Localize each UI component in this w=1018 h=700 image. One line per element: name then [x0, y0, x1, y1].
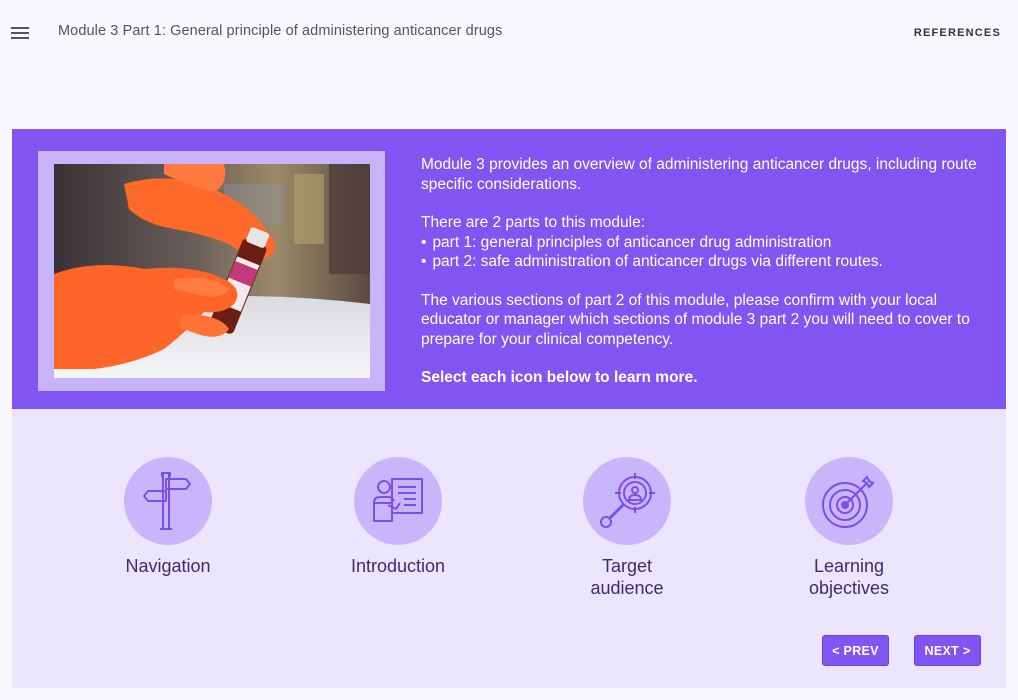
next-button[interactable]: NEXT >: [914, 635, 981, 666]
introduction-label: Introduction: [308, 555, 488, 577]
sections-paragraph: The various sections of part 2 of this m…: [421, 291, 970, 348]
card-label-line: Navigation: [125, 556, 211, 576]
signpost-icon: [143, 472, 191, 530]
target-audience-icon-circle[interactable]: [583, 457, 671, 545]
references-link[interactable]: REFERENCES: [914, 27, 1001, 39]
target-audience-card[interactable]: Target audience: [537, 457, 717, 599]
card-label-line: audience: [590, 578, 664, 598]
introduction-icon-circle[interactable]: [354, 457, 442, 545]
list-item: part 1: general principles of anticancer…: [421, 233, 981, 253]
navigation-label: Navigation: [78, 555, 258, 577]
target-audience-label: Target audience: [537, 555, 717, 599]
learning-objectives-label: Learning objectives: [759, 555, 939, 599]
card-label-line: Learning: [813, 556, 885, 576]
card-label-line: Target: [601, 556, 653, 576]
target-person-icon: [600, 473, 655, 528]
page-title: Module 3 Part 1: General principle of ad…: [58, 23, 503, 39]
learning-objectives-icon-circle[interactable]: [805, 457, 893, 545]
prev-button[interactable]: < PREV: [822, 635, 889, 666]
card-label-line: objectives: [808, 578, 890, 598]
bullseye-arrow-icon: [822, 475, 875, 528]
card-label-line: Introduction: [350, 556, 446, 576]
photo-frame: [38, 151, 385, 391]
select-icon-instruction: Select each icon below to learn more.: [421, 369, 698, 386]
intro-text: Module 3 provides an overview of adminis…: [421, 155, 981, 407]
intro-banner: Module 3 provides an overview of adminis…: [12, 129, 1006, 409]
topic-icons-panel: Navigation Introduction Target audience …: [12, 409, 1006, 688]
parts-list: part 1: general principles of anticancer…: [421, 233, 981, 272]
parts-lead: There are 2 parts to this module:: [421, 214, 646, 231]
introduction-card[interactable]: Introduction: [308, 457, 488, 577]
module-parts: There are 2 parts to this module: part 1…: [421, 213, 981, 272]
hamburger-menu-icon[interactable]: [11, 27, 29, 39]
navigation-icon-circle[interactable]: [124, 457, 212, 545]
intro-paragraph: Module 3 provides an overview of adminis…: [421, 156, 977, 193]
gloved-hands-vial-photo: [54, 164, 370, 378]
top-bar: Module 3 Part 1: General principle of ad…: [0, 0, 1018, 62]
list-item: part 2: safe administration of anticance…: [421, 252, 981, 272]
presentation-icon: [373, 478, 423, 522]
navigation-card[interactable]: Navigation: [78, 457, 258, 577]
learning-objectives-card[interactable]: Learning objectives: [759, 457, 939, 599]
